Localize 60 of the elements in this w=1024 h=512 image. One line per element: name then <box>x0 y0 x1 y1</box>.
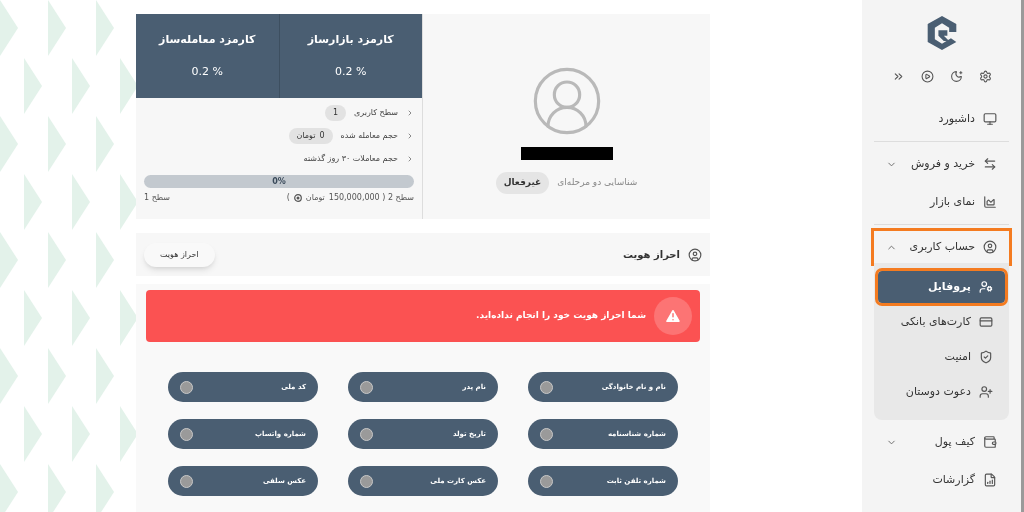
menu-label: کیف پول <box>933 433 975 450</box>
menu-label: امنیت <box>943 348 971 365</box>
unit-label: تومان <box>296 130 316 142</box>
menu-label: دعوت دوستان <box>904 383 971 400</box>
unit-label: تومان <box>305 192 325 204</box>
menu-item[interactable]: حساب کاربری <box>874 231 1009 263</box>
current-level-label: سطح 1 <box>144 192 171 204</box>
stat-value: 0 <box>319 130 325 142</box>
stat-label: سطح کاربری <box>354 107 398 119</box>
menu-label: حساب کاربری <box>908 238 975 255</box>
bullet-icon <box>406 155 414 163</box>
user-profile-icon <box>979 280 993 294</box>
area-chart-icon <box>983 195 997 209</box>
menu-item[interactable]: خرید و فروش <box>874 148 1009 180</box>
bullet-icon <box>406 109 414 117</box>
section-title: احراز هویت <box>622 248 680 262</box>
menu-label: خرید و فروش <box>909 155 975 172</box>
coin-icon <box>293 194 302 202</box>
wallet-icon <box>983 435 997 449</box>
report-icon <box>983 473 997 487</box>
logo <box>925 16 958 50</box>
status-badge: غیرفعال <box>495 172 550 194</box>
stat-label: حجم معامله شده <box>340 130 398 142</box>
moon-icon[interactable] <box>949 70 963 83</box>
user-circle-icon <box>983 240 997 254</box>
submenu-item[interactable]: پروفایل <box>878 271 1005 303</box>
menu-item[interactable]: گزارشات <box>874 464 1009 496</box>
submenu-item[interactable]: امنیت <box>878 341 1005 373</box>
menu-label: پروفایل <box>926 278 971 295</box>
play-icon[interactable] <box>920 70 934 83</box>
alert-message: شما احراز هویت خود را انجام نداده‌اید. <box>476 309 646 323</box>
menu-item[interactable]: داشبورد <box>874 103 1009 135</box>
menu-label: نمای بازار <box>928 193 975 210</box>
bracket-text: ) <box>286 192 290 204</box>
menu-label: گزارشات <box>931 471 975 488</box>
submenu-item[interactable]: دعوت دوستان <box>878 376 1005 408</box>
fee-value: 0.2 % <box>335 64 367 80</box>
menu-label: داشبورد <box>937 110 975 127</box>
shield-icon <box>979 350 993 364</box>
user-circle-icon <box>688 247 702 262</box>
bullet-icon <box>406 132 414 140</box>
settings-icon[interactable] <box>978 70 992 83</box>
next-level-label: سطح 2 ( 150,000,000 <box>328 192 414 204</box>
stat-label: حجم معاملات ۳۰ روز گذشته <box>303 153 398 165</box>
menu-item[interactable]: کیف پول <box>874 426 1009 458</box>
menu-label: کارت‌های بانکی <box>899 313 971 330</box>
add-user-icon <box>979 385 993 399</box>
two-factor-label: شناسایی دو مرحله‌ای <box>557 176 638 190</box>
progress-reading: 0% <box>271 175 287 188</box>
menu-item[interactable]: نمای بازار <box>874 186 1009 218</box>
verify-button[interactable]: احراز هویت <box>144 242 215 267</box>
swap-arrows-icon <box>983 157 997 171</box>
stat-value: 1 <box>332 107 338 119</box>
submenu-item[interactable]: کارت‌های بانکی <box>878 306 1005 338</box>
fee-title: کارمزد بازارساز <box>307 31 394 48</box>
monitor-icon <box>983 112 997 126</box>
fee-title: کارمزد معامله‌ساز <box>159 31 256 48</box>
warning-icon <box>654 297 692 335</box>
fee-value: 0.2 % <box>191 64 223 80</box>
credit-card-icon <box>979 315 993 329</box>
